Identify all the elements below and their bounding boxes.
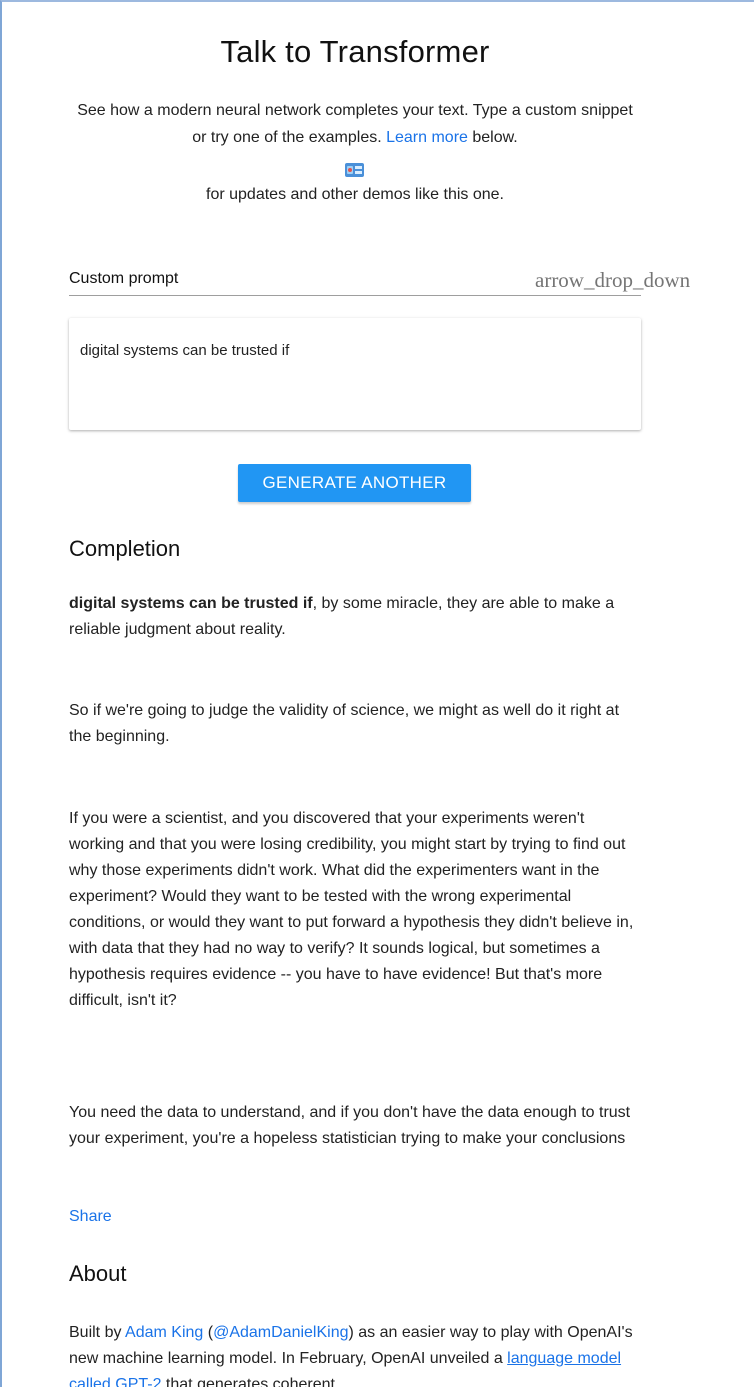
learn-more-link[interactable]: Learn more	[386, 129, 468, 146]
updates-text: for updates and other demos like this on…	[206, 186, 504, 203]
completion-heading: Completion	[69, 536, 181, 561]
prompt-echo-bold: digital systems can be trusted if	[69, 595, 313, 612]
completion-paragraph-2: So if we're going to judge the validity …	[69, 702, 620, 745]
twitter-handle-link[interactable]: @AdamDanielKing	[213, 1324, 348, 1341]
share-link[interactable]: Share	[69, 1208, 112, 1226]
completion-paragraph-3: If you were a scientist, and you discove…	[69, 810, 634, 1009]
about-paragraph: Built by Adam King (@AdamDanielKing) as …	[69, 1320, 641, 1387]
prompt-text-value: digital systems can be trusted if	[80, 342, 290, 359]
author-link[interactable]: Adam King	[125, 1324, 203, 1341]
completion-paragraph-1: digital systems can be trusted if, by so…	[69, 595, 615, 638]
generate-another-button[interactable]: GENERATE ANOTHER	[238, 464, 471, 502]
completion-paragraph-4: You need the data to understand, and if …	[69, 1104, 631, 1147]
social-follow-badge-icon[interactable]	[345, 163, 364, 177]
about-heading: About	[69, 1261, 127, 1286]
prompt-select-value: Custom prompt	[69, 270, 179, 287]
prompt-textarea[interactable]: digital systems can be trusted if	[69, 318, 641, 430]
arrow-drop-down-icon[interactable]: arrow_drop_down	[535, 268, 690, 293]
intro-text: See how a modern neural network complete…	[77, 102, 633, 146]
page-title: Talk to Transformer	[220, 34, 490, 69]
window-frame	[0, 0, 754, 1387]
